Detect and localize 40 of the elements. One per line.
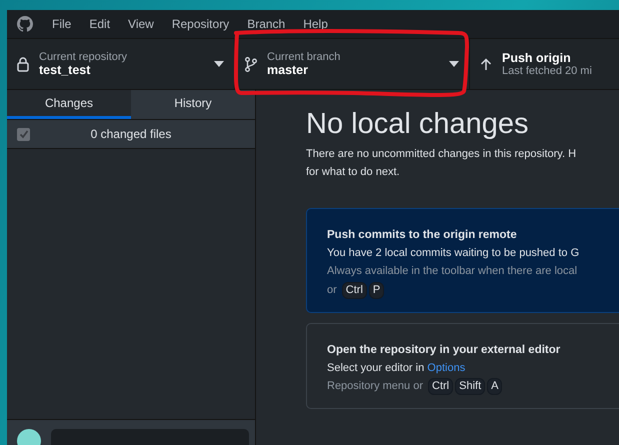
card-title: Push commits to the origin remote [327, 228, 518, 243]
options-link[interactable]: Options [427, 362, 466, 374]
lock-icon [17, 56, 29, 72]
repository-selector[interactable]: Current repository test_test [7, 39, 235, 89]
page-heading: No local changes [306, 108, 530, 141]
branch-selector[interactable]: Current branch master [235, 39, 470, 89]
menu-item[interactable]: File [43, 17, 80, 31]
caret-icon [449, 61, 459, 67]
menu-item[interactable]: Repository [162, 17, 238, 31]
menu-item[interactable]: View [119, 17, 163, 31]
caption-text: Current branch [267, 51, 342, 63]
card-description: You have 2 local commits waiting to be pushed to G [327, 246, 580, 261]
caption-text: Current repository [39, 51, 128, 63]
card-description: Select your editor in Options [327, 361, 466, 376]
card-title: Open the repository in your external editor [327, 343, 562, 358]
push-button[interactable]: Push origin Last fetched 20 mi [470, 39, 619, 89]
menu-item[interactable]: Branch [238, 17, 294, 31]
caption-text: Push origin [502, 51, 572, 65]
description-text: There are no uncommitted changes in this repository. H [306, 147, 578, 162]
menu-item[interactable]: Edit [80, 17, 120, 31]
key-cap: P [368, 282, 384, 299]
key-cap: Ctrl [342, 282, 367, 299]
changed-files-count: 0 changed files [90, 127, 172, 141]
description-text: for what to do next. [306, 165, 401, 180]
key-cap: A [487, 378, 502, 395]
key-cap: Shift [455, 378, 486, 395]
select-all-checkbox[interactable] [17, 128, 30, 140]
key-cap: Ctrl [428, 378, 454, 395]
tab[interactable]: History [131, 90, 255, 119]
value-text: master [267, 63, 309, 77]
value-text: test_test [39, 63, 92, 77]
caret-icon [214, 61, 224, 67]
arrow-up-icon [480, 58, 492, 70]
hint-text: Repository menu or [327, 379, 423, 394]
github-logo-icon [17, 16, 33, 32]
hint-text: Always available in the toolbar when there are local [327, 264, 578, 279]
value-text: Last fetched 20 mi [502, 65, 593, 77]
branch-icon [245, 56, 257, 72]
hint-text: or [327, 283, 337, 298]
menu-item[interactable]: Help [294, 17, 337, 31]
